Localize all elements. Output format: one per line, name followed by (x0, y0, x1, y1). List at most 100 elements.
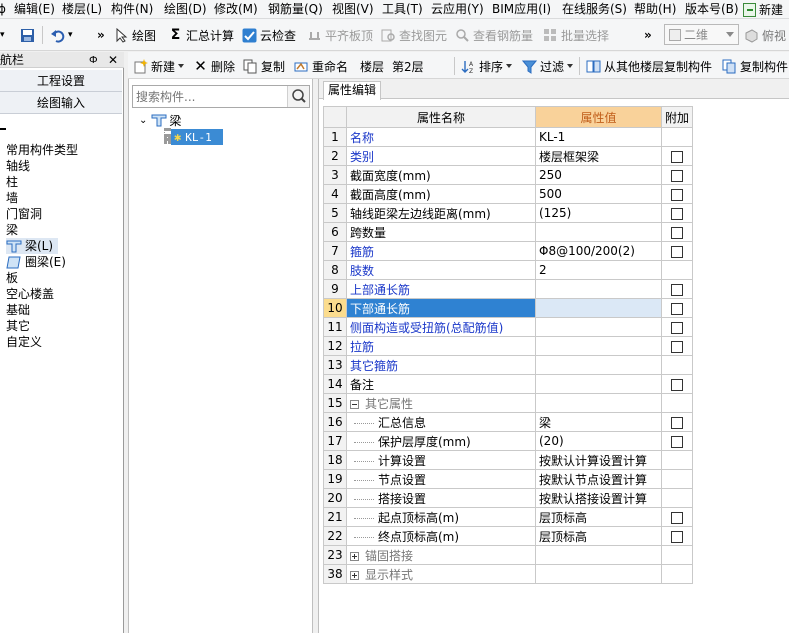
nav-item-beam-l[interactable]: 梁(L) (6, 238, 58, 254)
property-value[interactable] (535, 355, 662, 375)
menu-partial-icon[interactable]: ϕ (0, 1, 6, 18)
undo-button[interactable]: ▾ (50, 25, 73, 45)
table-row[interactable]: 17 保护层厚度(mm) (20) (323, 431, 694, 451)
property-value[interactable] (535, 222, 662, 242)
table-row[interactable]: 14 备注 (323, 374, 694, 394)
view-rebar-button[interactable]: 查看钢筋量 (455, 25, 533, 45)
table-row[interactable]: 6 跨数量 (323, 222, 694, 242)
draw-input-button[interactable]: 绘图输入 (0, 92, 122, 114)
nav-item-ring-beam[interactable]: 圈梁(E) (6, 254, 66, 270)
extra-checkbox[interactable] (671, 530, 683, 543)
toolbar-overflow-right[interactable]: » (644, 25, 652, 45)
extra-checkbox[interactable] (671, 435, 683, 448)
table-row[interactable]: 3 截面宽度(mm) 250 (323, 165, 694, 185)
cloud-check-button[interactable]: 云检查 (242, 25, 296, 45)
table-row[interactable]: 21 起点顶标高(m) 层顶标高 (323, 507, 694, 527)
menu-cloud[interactable]: 云应用(Y) (431, 1, 484, 18)
close-icon[interactable]: ✕ (108, 52, 118, 68)
property-value[interactable] (535, 336, 662, 356)
property-value[interactable]: (125) (535, 203, 662, 223)
nav-item-slab[interactable]: 板 (6, 270, 18, 286)
view-mode-select[interactable]: 二维 (664, 24, 739, 45)
extra-checkbox[interactable] (671, 188, 683, 201)
property-value[interactable]: 2 (535, 260, 662, 280)
property-value[interactable]: 楼层框架梁 (535, 146, 662, 166)
nav-item-door-window[interactable]: 门窗洞 (6, 206, 42, 222)
nav-item-beam[interactable]: 梁 (6, 222, 18, 238)
sum-calc-button[interactable]: Σ 汇总计算 (168, 25, 234, 45)
table-row[interactable]: 16 汇总信息 梁 (323, 412, 694, 432)
copy-button[interactable]: 复制 (243, 56, 285, 76)
batch-select-button[interactable]: 批量选择 (543, 25, 609, 45)
table-row[interactable]: 18 计算设置 按默认计算设置计算 (323, 450, 694, 470)
menu-help[interactable]: 帮助(H) (634, 1, 676, 18)
menu-rebar[interactable]: 钢筋量(Q) (268, 1, 323, 18)
delete-button[interactable]: ✕ 删除 (193, 56, 235, 76)
table-row[interactable]: 5 轴线距梁左边线距离(mm) (125) (323, 203, 694, 223)
property-value[interactable]: 500 (535, 184, 662, 204)
nav-item-axis[interactable]: 轴线 (6, 158, 30, 174)
table-row-selected[interactable]: 10 下部通长筋 (323, 298, 694, 318)
table-row[interactable]: 13 其它箍筋 (323, 355, 694, 375)
toolbar-overflow-left[interactable]: ▾ (0, 25, 5, 45)
menu-bim[interactable]: BIM应用(I) (492, 1, 551, 18)
menu-tools[interactable]: 工具(T) (382, 1, 423, 18)
extra-checkbox[interactable] (671, 340, 683, 353)
table-row[interactable]: 11 侧面构造或受扭筋(总配筋值) (323, 317, 694, 337)
nav-item-foundation[interactable]: 基础 (6, 302, 30, 318)
tree-expand-icon[interactable]: ⌄ (139, 115, 147, 126)
menu-component[interactable]: 构件(N) (111, 1, 153, 18)
copy-component-button[interactable]: 复制构件 (722, 56, 788, 76)
extra-checkbox[interactable] (671, 207, 683, 220)
pin-icon[interactable]: Ф (89, 53, 98, 69)
draw-button[interactable]: 绘图 (114, 25, 156, 45)
filter-button[interactable]: 过滤 (522, 56, 574, 76)
table-row[interactable]: 8 肢数 2 (323, 260, 694, 280)
table-row-group[interactable]: 15 其它属性 (323, 393, 694, 413)
property-value[interactable]: 梁 (535, 412, 662, 432)
menu-new[interactable]: 新建 (743, 0, 783, 18)
table-row-group[interactable]: 38 显示样式 (323, 564, 694, 584)
menu-floor[interactable]: 楼层(L) (62, 1, 102, 18)
property-value[interactable]: KL-1 (535, 127, 662, 147)
save-button[interactable] (20, 25, 38, 45)
nav-collapse-marker[interactable] (0, 128, 6, 130)
collapse-icon[interactable] (350, 399, 359, 409)
property-value[interactable]: Φ8@100/200(2) (535, 241, 662, 261)
extra-checkbox[interactable] (671, 511, 683, 524)
table-row[interactable]: 2 类别 楼层框架梁 (323, 146, 694, 166)
property-value[interactable]: 按默认搭接设置计算 (535, 488, 662, 508)
extra-checkbox[interactable] (671, 378, 683, 391)
table-row[interactable]: 4 截面高度(mm) 500 (323, 184, 694, 204)
expand-icon[interactable] (350, 551, 359, 561)
nav-item-column[interactable]: 柱 (6, 174, 18, 190)
search-button[interactable] (287, 86, 309, 107)
tab-property-edit[interactable]: 属性编辑 (323, 81, 382, 100)
toolbar-overflow-icon[interactable]: » (97, 25, 105, 45)
table-row[interactable]: 22 终点顶标高(m) 层顶标高 (323, 526, 694, 546)
find-element-button[interactable]: 查找图元 (381, 25, 447, 45)
floor-select[interactable]: 第2层 (392, 56, 424, 76)
table-row[interactable]: 9 上部通长筋 (323, 279, 694, 299)
property-value[interactable] (535, 298, 662, 318)
menu-version[interactable]: 版本号(B) (685, 1, 739, 18)
property-value[interactable]: 按默认节点设置计算 (535, 469, 662, 489)
sort-button[interactable]: AZ 排序 (461, 56, 513, 76)
extra-checkbox[interactable] (671, 169, 683, 182)
project-settings-button[interactable]: 工程设置 (0, 70, 122, 92)
menu-view[interactable]: 视图(V) (332, 1, 374, 18)
nav-item-wall[interactable]: 墙 (6, 190, 18, 206)
table-row-group[interactable]: 23 锚固搭接 (323, 545, 694, 565)
property-value[interactable]: 250 (535, 165, 662, 185)
extra-checkbox[interactable] (671, 416, 683, 429)
level-slab-button[interactable]: 平齐板顶 (307, 25, 373, 45)
table-row[interactable]: 19 节点设置 按默认节点设置计算 (323, 469, 694, 489)
table-row[interactable]: 12 拉筋 (323, 336, 694, 356)
nav-item-custom[interactable]: 自定义 (6, 334, 42, 350)
menu-modify[interactable]: 修改(M) (214, 1, 258, 18)
tree-node-beam[interactable]: ⌄ 梁 (139, 112, 181, 128)
menu-edit[interactable]: 编辑(E) (14, 1, 55, 18)
view-angle-button[interactable]: 俯视 (744, 25, 786, 45)
nav-item-other[interactable]: 其它 (6, 318, 30, 334)
copy-from-other-floor-button[interactable]: 从其他楼层复制构件 (586, 56, 712, 76)
